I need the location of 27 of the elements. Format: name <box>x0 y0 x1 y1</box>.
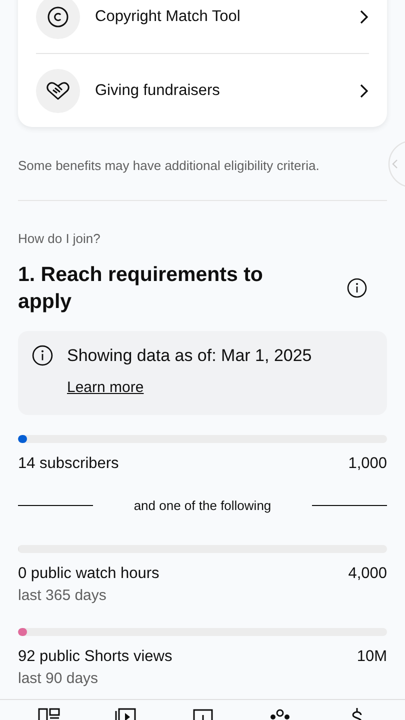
metric-target: 4,000 <box>348 565 387 583</box>
chevron-right-icon <box>359 82 369 98</box>
metric-target: 1,000 <box>348 455 387 473</box>
data-date-text: Showing data as of: Mar 1, 2025 <box>67 346 312 366</box>
handshake-heart-icon <box>46 80 70 100</box>
metric-target: 10M <box>356 648 387 666</box>
analytics-icon[interactable] <box>190 707 214 720</box>
metric-label: 0 public watch hours <box>18 565 160 583</box>
community-icon[interactable] <box>268 707 292 720</box>
info-icon[interactable] <box>347 278 367 298</box>
metric-label: 92 public Shorts views <box>18 648 172 666</box>
learn-more-link[interactable]: Learn more <box>67 379 144 396</box>
metric-period: last 365 days <box>18 587 108 604</box>
benefit-item[interactable]: Giving fundraisers <box>36 68 369 112</box>
chevron-right-icon <box>359 8 369 24</box>
eligibility-note: Some benefits may have additional eligibility criteria. <box>18 158 320 173</box>
section-heading: 1. Reach requirements to apply <box>18 262 264 315</box>
requirement-separator: and one of the following <box>132 498 272 513</box>
section-label: How do I join? <box>18 231 102 246</box>
collapse-handle[interactable] <box>387 140 405 188</box>
dashboard-icon[interactable] <box>36 707 60 720</box>
video-library-icon[interactable] <box>114 707 138 720</box>
info-icon <box>32 345 53 366</box>
metric-period: last 90 days <box>18 670 100 687</box>
benefit-item[interactable]: Copyright Match Tool <box>36 0 369 38</box>
metric-label: 14 subscribers <box>18 455 119 473</box>
copyright-icon <box>47 6 69 28</box>
